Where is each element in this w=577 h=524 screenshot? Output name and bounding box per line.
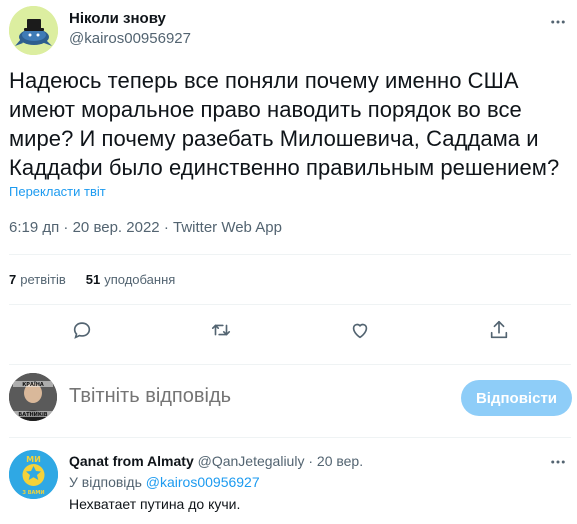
replying-to-prefix: У відповідь (69, 474, 142, 490)
tweet-text: Надеюсь теперь все поняли почему именно … (9, 68, 560, 180)
retweets-label: ретвітів (20, 272, 66, 287)
author-handle[interactable]: @kairos00956927 (69, 30, 191, 47)
tweet-time[interactable]: 6:19 дп (9, 219, 59, 236)
reply-date[interactable]: 20 вер. (317, 453, 363, 469)
retweets-count: 7 (9, 272, 17, 287)
tweet-date[interactable]: 20 вер. 2022 (73, 219, 160, 236)
divider (9, 304, 571, 305)
author-name[interactable]: Ніколи знову (69, 10, 166, 27)
reply-icon[interactable] (71, 319, 95, 343)
more-options-icon[interactable] (548, 12, 568, 32)
tweet-actions (0, 319, 577, 343)
reply-separator: · (308, 453, 314, 469)
translate-tweet-link[interactable]: Перекласти твіт (9, 184, 106, 199)
author-avatar-image (9, 6, 58, 55)
reply-author-avatar[interactable]: МИ З ВАМИ (9, 450, 58, 499)
likes-count: 51 (85, 272, 101, 287)
avatar-caption-bottom: ВАТНИКІВ (18, 412, 47, 418)
like-icon[interactable] (349, 319, 373, 343)
user-avatar-image: КРАЇНА ВАТНИКІВ (9, 373, 57, 421)
reply-composer: КРАЇНА ВАТНИКІВ Відповісти (0, 365, 577, 425)
avatar-caption-bottom: З ВАМИ (22, 490, 44, 496)
retweets-stat[interactable]: 7 ретвітів (9, 272, 66, 287)
reply-input[interactable] (69, 385, 429, 408)
user-avatar[interactable]: КРАЇНА ВАТНИКІВ (9, 373, 57, 421)
avatar-caption-top: МИ (26, 455, 41, 464)
reply-author-handle[interactable]: @QanJetegaliuly (198, 453, 305, 469)
reply-author-name[interactable]: Qanat from Almaty (69, 453, 194, 469)
reply-button[interactable]: Відповісти (461, 380, 572, 416)
tweet-source[interactable]: Twitter Web App (173, 219, 282, 236)
author-avatar[interactable] (9, 6, 58, 55)
reply-header: Qanat from Almaty @QanJetegaliuly · 20 в… (69, 453, 363, 469)
divider (9, 254, 571, 255)
reply-avatar-image: МИ З ВАМИ (9, 450, 58, 499)
replying-to: У відповідь @kairos00956927 (69, 474, 260, 490)
tweet-stats: 7 ретвітів 51 уподобання (9, 272, 175, 287)
replying-to-handle-link[interactable]: @kairos00956927 (146, 474, 260, 490)
reply-tweet: МИ З ВАМИ Qanat from Almaty @QanJetegali… (0, 440, 577, 524)
share-icon[interactable] (488, 319, 512, 343)
tweet-meta: 6:19 дп · 20 вер. 2022 · Twitter Web App (9, 219, 282, 236)
avatar-caption-top: КРАЇНА (22, 381, 44, 388)
retweet-icon[interactable] (210, 319, 234, 343)
meta-separator: · (63, 219, 69, 236)
reply-more-options-icon[interactable] (548, 452, 568, 472)
divider (9, 437, 571, 438)
meta-separator: · (163, 219, 169, 236)
reply-text: Нехватает путина до кучи. (69, 496, 241, 512)
likes-stat[interactable]: 51 уподобання (86, 272, 176, 287)
likes-label: уподобання (104, 272, 176, 287)
